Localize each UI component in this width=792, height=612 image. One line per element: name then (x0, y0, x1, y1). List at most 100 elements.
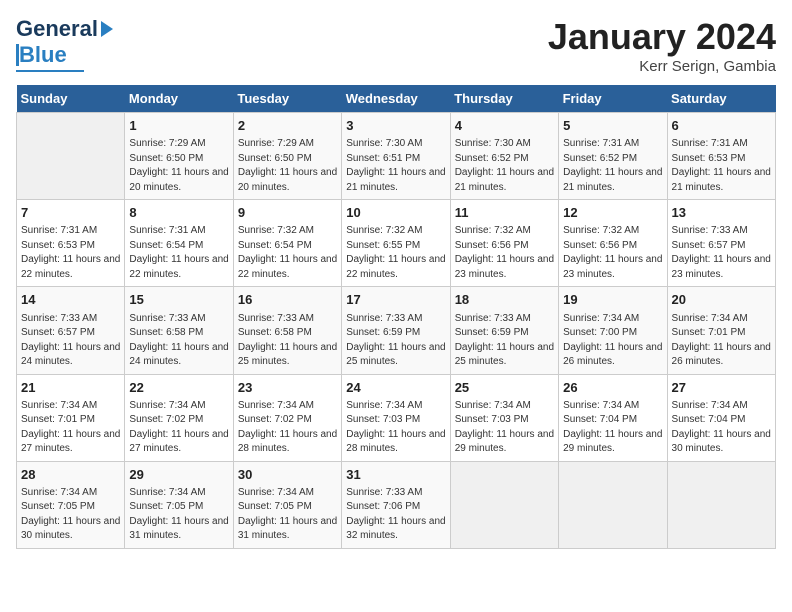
cell-sun-info: Sunrise: 7:33 AM Sunset: 6:57 PM Dayligh… (672, 224, 771, 282)
calendar-cell: 23 Sunrise: 7:34 AM Sunset: 7:02 PM Dayli… (233, 374, 341, 461)
day-header-sunday: Sunday (17, 85, 125, 113)
cell-sun-info: Sunrise: 7:33 AM Sunset: 6:57 PM Dayligh… (21, 312, 120, 370)
day-number: 21 (21, 379, 120, 397)
title-area: January 2024 Kerr Serign, Gambia (548, 16, 776, 75)
cell-sun-info: Sunrise: 7:34 AM Sunset: 7:02 PM Dayligh… (129, 399, 228, 457)
calendar-cell: 31 Sunrise: 7:33 AM Sunset: 7:06 PM Dayli… (342, 461, 450, 548)
day-header-thursday: Thursday (450, 85, 558, 113)
calendar-cell: 27 Sunrise: 7:34 AM Sunset: 7:04 PM Dayli… (667, 374, 775, 461)
day-number: 1 (129, 117, 228, 135)
day-number: 12 (563, 204, 662, 222)
calendar-cell: 25 Sunrise: 7:34 AM Sunset: 7:03 PM Dayli… (450, 374, 558, 461)
calendar-cell: 21Sunrise: 7:34 AM Sunset: 7:01 PM Dayli… (17, 374, 125, 461)
cell-sun-info: Sunrise: 7:33 AM Sunset: 6:58 PM Dayligh… (238, 312, 337, 370)
day-header-saturday: Saturday (667, 85, 775, 113)
page-header: General Blue January 2024 Kerr Serign, G… (16, 16, 776, 75)
day-number: 6 (672, 117, 771, 135)
cell-sun-info: Sunrise: 7:34 AM Sunset: 7:04 PM Dayligh… (563, 399, 662, 457)
calendar-cell: 6 Sunrise: 7:31 AM Sunset: 6:53 PM Daylig… (667, 113, 775, 200)
cell-sun-info: Sunrise: 7:31 AM Sunset: 6:54 PM Dayligh… (129, 224, 228, 282)
day-number: 3 (346, 117, 445, 135)
logo-arrow-icon (101, 21, 113, 37)
calendar-cell: 28 Sunrise: 7:34 AM Sunset: 7:05 PM Dayli… (17, 461, 125, 548)
logo-general: General (16, 16, 98, 42)
calendar-cell: 7Sunrise: 7:31 AM Sunset: 6:53 PM Daylig… (17, 200, 125, 287)
cell-sun-info: Sunrise: 7:31 AM Sunset: 6:52 PM Dayligh… (563, 137, 662, 195)
day-number: 19 (563, 291, 662, 309)
day-number: 18 (455, 291, 554, 309)
calendar-cell: 17 Sunrise: 7:33 AM Sunset: 6:59 PM Dayli… (342, 287, 450, 374)
cell-sun-info: Sunrise: 7:34 AM Sunset: 7:05 PM Dayligh… (238, 486, 337, 544)
cell-sun-info: Sunrise: 7:34 AM Sunset: 7:04 PM Dayligh… (672, 399, 771, 457)
day-number: 25 (455, 379, 554, 397)
day-number: 20 (672, 291, 771, 309)
cell-sun-info: Sunrise: 7:34 AM Sunset: 7:03 PM Dayligh… (346, 399, 445, 457)
calendar-cell: 5 Sunrise: 7:31 AM Sunset: 6:52 PM Daylig… (559, 113, 667, 200)
day-number: 28 (21, 466, 120, 484)
calendar-cell: 2Sunrise: 7:29 AM Sunset: 6:50 PM Daylig… (233, 113, 341, 200)
calendar-week-row: 7Sunrise: 7:31 AM Sunset: 6:53 PM Daylig… (17, 200, 776, 287)
cell-sun-info: Sunrise: 7:32 AM Sunset: 6:56 PM Dayligh… (563, 224, 662, 282)
day-number: 29 (129, 466, 228, 484)
calendar-cell: 20 Sunrise: 7:34 AM Sunset: 7:01 PM Dayli… (667, 287, 775, 374)
calendar-cell (17, 113, 125, 200)
cell-sun-info: Sunrise: 7:33 AM Sunset: 6:59 PM Dayligh… (346, 312, 445, 370)
day-header-wednesday: Wednesday (342, 85, 450, 113)
calendar-cell: 18 Sunrise: 7:33 AM Sunset: 6:59 PM Dayli… (450, 287, 558, 374)
calendar-cell: 9 Sunrise: 7:32 AM Sunset: 6:54 PM Daylig… (233, 200, 341, 287)
day-header-monday: Monday (125, 85, 233, 113)
cell-sun-info: Sunrise: 7:33 AM Sunset: 7:06 PM Dayligh… (346, 486, 445, 544)
cell-sun-info: Sunrise: 7:34 AM Sunset: 7:02 PM Dayligh… (238, 399, 337, 457)
cell-sun-info: Sunrise: 7:34 AM Sunset: 7:01 PM Dayligh… (672, 312, 771, 370)
cell-sun-info: Sunrise: 7:34 AM Sunset: 7:05 PM Dayligh… (21, 486, 120, 544)
cell-sun-info: Sunrise: 7:34 AM Sunset: 7:05 PM Dayligh… (129, 486, 228, 544)
day-number: 9 (238, 204, 337, 222)
calendar-cell: 13 Sunrise: 7:33 AM Sunset: 6:57 PM Dayli… (667, 200, 775, 287)
day-number: 17 (346, 291, 445, 309)
calendar-header-row: SundayMondayTuesdayWednesdayThursdayFrid… (17, 85, 776, 113)
day-number: 22 (129, 379, 228, 397)
day-header-tuesday: Tuesday (233, 85, 341, 113)
day-number: 31 (346, 466, 445, 484)
cell-sun-info: Sunrise: 7:30 AM Sunset: 6:52 PM Dayligh… (455, 137, 554, 195)
cell-sun-info: Sunrise: 7:34 AM Sunset: 7:00 PM Dayligh… (563, 312, 662, 370)
logo-underline (16, 70, 84, 72)
cell-sun-info: Sunrise: 7:32 AM Sunset: 6:54 PM Dayligh… (238, 224, 337, 282)
calendar-cell: 3Sunrise: 7:30 AM Sunset: 6:51 PM Daylig… (342, 113, 450, 200)
calendar-cell: 4Sunrise: 7:30 AM Sunset: 6:52 PM Daylig… (450, 113, 558, 200)
day-number: 30 (238, 466, 337, 484)
day-number: 8 (129, 204, 228, 222)
calendar-week-row: 1 Sunrise: 7:29 AM Sunset: 6:50 PM Daylig… (17, 113, 776, 200)
calendar-week-row: 14Sunrise: 7:33 AM Sunset: 6:57 PM Dayli… (17, 287, 776, 374)
day-number: 13 (672, 204, 771, 222)
day-number: 23 (238, 379, 337, 397)
cell-sun-info: Sunrise: 7:34 AM Sunset: 7:03 PM Dayligh… (455, 399, 554, 457)
cell-sun-info: Sunrise: 7:33 AM Sunset: 6:59 PM Dayligh… (455, 312, 554, 370)
cell-sun-info: Sunrise: 7:31 AM Sunset: 6:53 PM Dayligh… (21, 224, 120, 282)
calendar-cell: 30 Sunrise: 7:34 AM Sunset: 7:05 PM Dayli… (233, 461, 341, 548)
cell-sun-info: Sunrise: 7:29 AM Sunset: 6:50 PM Dayligh… (238, 137, 337, 195)
cell-sun-info: Sunrise: 7:32 AM Sunset: 6:55 PM Dayligh… (346, 224, 445, 282)
calendar-cell: 12 Sunrise: 7:32 AM Sunset: 6:56 PM Dayli… (559, 200, 667, 287)
calendar-cell (667, 461, 775, 548)
calendar-cell: 14Sunrise: 7:33 AM Sunset: 6:57 PM Dayli… (17, 287, 125, 374)
cell-sun-info: Sunrise: 7:31 AM Sunset: 6:53 PM Dayligh… (672, 137, 771, 195)
calendar-cell: 8 Sunrise: 7:31 AM Sunset: 6:54 PM Daylig… (125, 200, 233, 287)
calendar-cell: 24Sunrise: 7:34 AM Sunset: 7:03 PM Dayli… (342, 374, 450, 461)
calendar-cell: 11 Sunrise: 7:32 AM Sunset: 6:56 PM Dayli… (450, 200, 558, 287)
calendar-cell (559, 461, 667, 548)
day-number: 27 (672, 379, 771, 397)
cell-sun-info: Sunrise: 7:33 AM Sunset: 6:58 PM Dayligh… (129, 312, 228, 370)
calendar-cell: 16 Sunrise: 7:33 AM Sunset: 6:58 PM Dayli… (233, 287, 341, 374)
day-number: 15 (129, 291, 228, 309)
day-number: 16 (238, 291, 337, 309)
day-number: 11 (455, 204, 554, 222)
day-header-friday: Friday (559, 85, 667, 113)
calendar-cell: 10Sunrise: 7:32 AM Sunset: 6:55 PM Dayli… (342, 200, 450, 287)
day-number: 5 (563, 117, 662, 135)
calendar-cell: 1Sunrise: 7:29 AM Sunset: 6:50 PM Daylig… (125, 113, 233, 200)
calendar-cell: 22 Sunrise: 7:34 AM Sunset: 7:02 PM Dayli… (125, 374, 233, 461)
logo: General Blue (16, 16, 113, 72)
cell-sun-info: Sunrise: 7:32 AM Sunset: 6:56 PM Dayligh… (455, 224, 554, 282)
calendar-week-row: 28 Sunrise: 7:34 AM Sunset: 7:05 PM Dayli… (17, 461, 776, 548)
